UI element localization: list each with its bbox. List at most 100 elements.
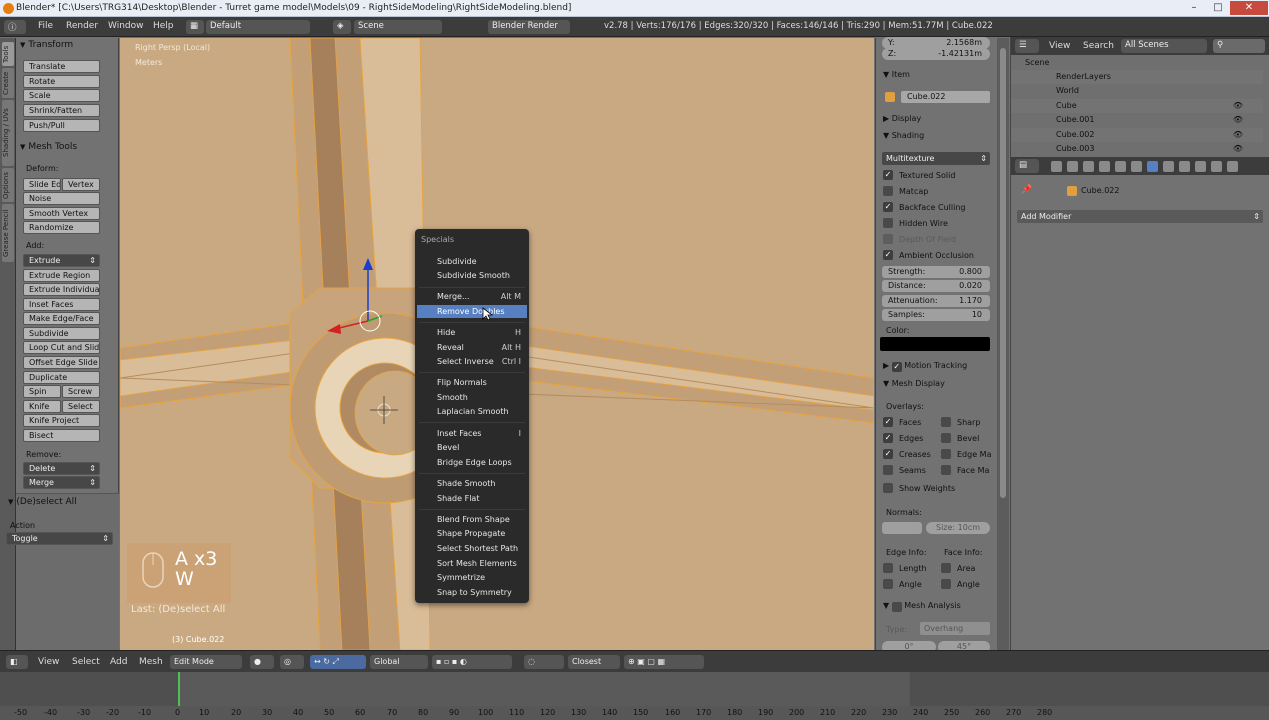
length-checkbox[interactable]: ✓: [883, 563, 893, 573]
normal-size-field[interactable]: Size: 10cm: [926, 522, 990, 534]
face-angle-checkbox[interactable]: ✓: [941, 579, 951, 589]
shading-select[interactable]: ●: [250, 655, 274, 669]
menu-symmetrize[interactable]: Symmetrize: [417, 571, 527, 584]
ao-strength-field[interactable]: Strength: 0.800: [882, 266, 990, 278]
duplicate-button[interactable]: Duplicate: [23, 371, 100, 384]
offset-edge-slide-button[interactable]: Offset Edge Slide: [23, 356, 100, 369]
knife-select-button[interactable]: Select: [62, 400, 100, 413]
object-tab-icon[interactable]: [1115, 161, 1126, 172]
ao-attenuation-field[interactable]: Attenuation: 1.170: [882, 295, 990, 307]
menu-shape-propagate[interactable]: Shape Propagate: [417, 527, 527, 540]
smooth-vertex-button[interactable]: Smooth Vertex: [23, 207, 100, 220]
ao-samples-field[interactable]: Samples: 10: [882, 309, 990, 321]
menu-merge[interactable]: Merge... Alt M: [417, 290, 527, 303]
extrude-region-button[interactable]: Extrude Region: [23, 269, 100, 282]
seams-checkbox[interactable]: ✓: [883, 465, 893, 475]
mode-select[interactable]: Edit Mode: [170, 655, 242, 669]
menu-inset-faces[interactable]: Inset Faces I: [417, 427, 527, 440]
world-tab-icon[interactable]: [1099, 161, 1110, 172]
menu-flip-normals[interactable]: Flip Normals: [417, 376, 527, 389]
editor-type-icon[interactable]: ◧: [6, 655, 28, 669]
faces-checkbox[interactable]: ✓: [883, 417, 893, 427]
screen-layout-icon[interactable]: ▦: [186, 20, 204, 34]
bisect-button[interactable]: Bisect: [23, 429, 100, 442]
tab-create[interactable]: Create: [2, 68, 14, 98]
edges-checkbox[interactable]: ✓: [883, 433, 893, 443]
tab-shading-uvs[interactable]: Shading / UVs: [2, 100, 14, 166]
show-weights-checkbox[interactable]: ✓: [883, 483, 893, 493]
visibility-eye-icon[interactable]: 👁: [1233, 113, 1243, 127]
randomize-button[interactable]: Randomize: [23, 221, 100, 234]
depth-of-field-checkbox[interactable]: ✓: [883, 234, 893, 244]
add-modifier-select[interactable]: Add Modifier ⇕: [1017, 210, 1263, 223]
mesh-analysis-header[interactable]: ▼ ✓ Mesh Analysis: [883, 601, 961, 612]
modifiers-tab-icon[interactable]: [1147, 161, 1158, 172]
knife-button[interactable]: Knife: [23, 400, 61, 413]
hidden-wire-checkbox[interactable]: ✓: [883, 218, 893, 228]
tab-tools[interactable]: Tools: [2, 42, 14, 66]
outliner-view-menu[interactable]: View: [1049, 41, 1070, 51]
proportional-edit-select[interactable]: ◌: [524, 655, 564, 669]
tab-options[interactable]: Options: [2, 168, 14, 202]
delete-select[interactable]: Delete ⇕: [23, 462, 100, 475]
outliner-row-cube-001[interactable]: Cube.001 👁: [1011, 113, 1263, 127]
mesh-display-header[interactable]: ▼ Mesh Display: [883, 379, 945, 388]
scene-field[interactable]: Scene: [354, 20, 442, 34]
push-pull-button[interactable]: Push/Pull: [23, 119, 100, 132]
editor-type-icon[interactable]: ⓘ: [4, 20, 26, 34]
manipulator-buttons[interactable]: ↔ ↻ ⤢: [310, 655, 366, 669]
ambient-occlusion-checkbox[interactable]: ✓: [883, 250, 893, 260]
extrude-individual-button[interactable]: Extrude Individual: [23, 283, 100, 296]
operator-panel-header[interactable]: ▼ (De)select All: [8, 497, 77, 507]
n-panel-scrollbar[interactable]: [997, 38, 1009, 650]
matcap-checkbox[interactable]: ✓: [883, 186, 893, 196]
outliner-row-renderlayers[interactable]: RenderLayers: [1011, 70, 1263, 84]
menu-smooth[interactable]: Smooth: [417, 391, 527, 404]
edge-angle-checkbox[interactable]: ✓: [883, 579, 893, 589]
shrink-fatten-button[interactable]: Shrink/Fatten: [23, 104, 100, 117]
backface-culling-checkbox[interactable]: ✓: [883, 202, 893, 212]
snap-options-buttons[interactable]: ⊕ ▣ ▢ ▦: [624, 655, 704, 669]
transform-panel-header[interactable]: ▼ Transform: [20, 40, 73, 50]
outliner-row-scene[interactable]: Scene: [1011, 56, 1263, 70]
make-edge-face-button[interactable]: Make Edge/Face: [23, 312, 100, 325]
knife-project-button[interactable]: Knife Project: [23, 414, 100, 427]
outliner-row-cube-003[interactable]: Cube.003 👁: [1011, 142, 1263, 156]
menu-snap-to-symmetry[interactable]: Snap to Symmetry: [417, 586, 527, 599]
physics-tab-icon[interactable]: [1227, 161, 1238, 172]
tab-grease-pencil[interactable]: Grease Pencil: [2, 204, 14, 262]
pin-icon[interactable]: 📌: [1021, 185, 1032, 195]
menu-subdivide[interactable]: Subdivide: [417, 255, 527, 268]
scene-icon[interactable]: ◈: [333, 20, 351, 34]
menu-shade-flat[interactable]: Shade Flat: [417, 492, 527, 505]
screen-layout-field[interactable]: Default: [206, 20, 310, 34]
face-marks-checkbox[interactable]: ✓: [941, 465, 951, 475]
item-name-field[interactable]: Cube.022: [901, 91, 990, 103]
scrollbar-thumb[interactable]: [1000, 48, 1006, 498]
display-panel-header[interactable]: ▶ Display: [883, 114, 921, 123]
menu-select[interactable]: Select: [72, 657, 100, 667]
menu-file[interactable]: File: [38, 21, 53, 31]
pivot-select[interactable]: ◎: [280, 655, 304, 669]
visibility-eye-icon[interactable]: 👁: [1233, 99, 1243, 113]
render-tab-icon[interactable]: [1051, 161, 1062, 172]
area-checkbox[interactable]: ✓: [941, 563, 951, 573]
location-z-field[interactable]: Z: -1.42131m: [882, 48, 990, 60]
menu-hide[interactable]: Hide H: [417, 326, 527, 339]
menu-subdivide-smooth[interactable]: Subdivide Smooth: [417, 269, 527, 282]
outliner-row-world[interactable]: World: [1011, 84, 1263, 98]
translate-button[interactable]: Translate: [23, 60, 100, 73]
visibility-eye-icon[interactable]: 👁: [1233, 128, 1243, 142]
current-frame-indicator[interactable]: [178, 672, 180, 706]
outliner-search-field[interactable]: ⚲: [1213, 39, 1265, 53]
shading-mode-select[interactable]: Multitexture ⇕: [882, 152, 990, 165]
menu-view[interactable]: View: [38, 657, 59, 667]
menu-shade-smooth[interactable]: Shade Smooth: [417, 477, 527, 490]
extrude-select[interactable]: Extrude ⇕: [23, 254, 100, 267]
menu-help[interactable]: Help: [153, 21, 174, 31]
menu-bridge-edge-loops[interactable]: Bridge Edge Loops: [417, 456, 527, 469]
scene-tab-icon[interactable]: [1083, 161, 1094, 172]
normal-toggle-buttons[interactable]: [882, 522, 922, 534]
sharp-checkbox[interactable]: ✓: [941, 417, 951, 427]
editor-type-icon[interactable]: ☰: [1015, 39, 1039, 53]
